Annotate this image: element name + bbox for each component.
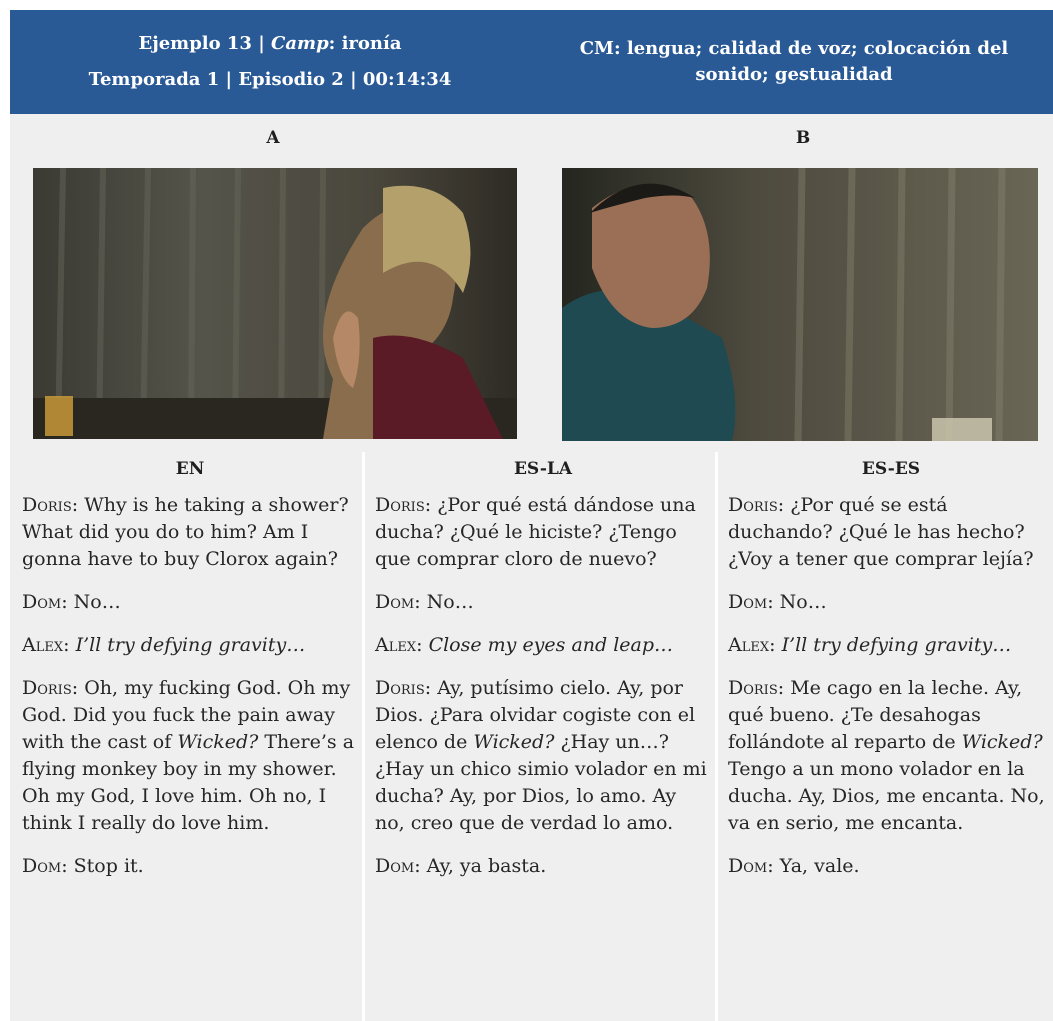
still-frame-a (33, 168, 517, 439)
dialogue-line: Dom: Stop it. (22, 855, 144, 877)
speaker-name: Alex (375, 634, 417, 656)
episode-timestamp: Temporada 1 | Episodio 2 | 00:14:34 (88, 69, 452, 90)
example-header: Ejemplo 13 | Camp: ironía Temporada 1 | … (10, 10, 1053, 114)
column-heading: ES-LA (513, 459, 573, 479)
speaker-name: Dom (728, 855, 768, 877)
column-divider (715, 452, 718, 1021)
column-es-la: ES-LA Doris: ¿Por qué está dándose una d… (375, 452, 711, 1021)
frame-label-a: A (266, 128, 280, 148)
dialogue-text: No… (779, 591, 827, 613)
dialogue-line: Doris: Why is he taking a shower? What d… (22, 494, 349, 570)
cm-categories: CM: lengua; calidad de voz; colocación d… (579, 38, 1009, 85)
speaker-name: Dom (375, 855, 415, 877)
dialogue-text: Tengo a un mono volador en la ducha. Ay,… (728, 758, 1045, 834)
dialogue-list: Doris: Why is he taking a shower? What d… (22, 492, 358, 880)
frame-label-b: B (795, 128, 811, 148)
speaker-name: Doris (22, 494, 72, 516)
column-divider (362, 452, 365, 1021)
dialogue-text: I’ll try defying gravity… (781, 634, 1012, 656)
dialogue-line: Doris: Ay, putísimo cielo. Ay, por Dios.… (375, 677, 707, 834)
speaker-name: Doris (22, 677, 72, 699)
dialogue-line: Dom: Ay, ya basta. (375, 855, 547, 877)
speaker-name: Doris (375, 494, 425, 516)
dialogue-line: Dom: No… (375, 591, 474, 613)
dialogue-text: Ya, vale. (779, 855, 860, 877)
dialogue-line: Doris: ¿Por qué está dándose una ducha? … (375, 494, 696, 570)
speaker-name: Dom (22, 591, 62, 613)
dialogue-text: Wicked? (473, 731, 555, 753)
dialogue-line: Doris: Oh, my fucking God. Oh my God. Di… (22, 677, 355, 834)
dialogue-line: Dom: No… (728, 591, 827, 613)
column-en: EN Doris: Why is he taking a shower? Wha… (22, 452, 358, 1021)
dialogue-line: Alex: I’ll try defying gravity… (728, 634, 1012, 656)
dialogue-text: No… (426, 591, 474, 613)
dialogue-text: Ay, ya basta. (426, 855, 547, 877)
still-frame-b (562, 168, 1038, 441)
dialogue-text: Wicked? (961, 731, 1043, 753)
dialogue-line: Doris: Me cago en la leche. Ay, qué buen… (728, 677, 1045, 834)
example-title: Ejemplo 13 | Camp: ironía (138, 33, 402, 54)
dialogue-line: Doris: ¿Por qué se está duchando? ¿Qué l… (728, 494, 1034, 570)
speaker-name: Doris (375, 677, 425, 699)
speaker-name: Alex (22, 634, 64, 656)
dialogue-text: Wicked? (177, 731, 259, 753)
dialogue-line: Alex: Close my eyes and leap… (375, 634, 674, 656)
column-heading: ES-ES (861, 459, 921, 479)
speaker-name: Dom (22, 855, 62, 877)
episode-info: Ejemplo 13 | Camp: ironía Temporada 1 | … (10, 26, 530, 98)
dialogue-text: No… (73, 591, 121, 613)
speaker-name: Dom (728, 591, 768, 613)
speaker-name: Doris (728, 494, 778, 516)
dialogue-list: Doris: ¿Por qué se está duchando? ¿Qué l… (728, 492, 1053, 880)
speaker-name: Alex (728, 634, 770, 656)
dialogue-list: Doris: ¿Por qué está dándose una ducha? … (375, 492, 711, 880)
dialogue-line: Alex: I’ll try defying gravity… (22, 634, 306, 656)
dialogue-text: Stop it. (73, 855, 144, 877)
dialogue-line: Dom: Ya, vale. (728, 855, 860, 877)
dialogue-text: Close my eyes and leap… (428, 634, 674, 656)
column-es-es: ES-ES Doris: ¿Por qué se está duchando? … (728, 452, 1053, 1021)
dialogue-text: I’ll try defying gravity… (75, 634, 306, 656)
speaker-name: Dom (375, 591, 415, 613)
column-heading: EN (175, 459, 205, 479)
dialogue-line: Dom: No… (22, 591, 121, 613)
speaker-name: Doris (728, 677, 778, 699)
